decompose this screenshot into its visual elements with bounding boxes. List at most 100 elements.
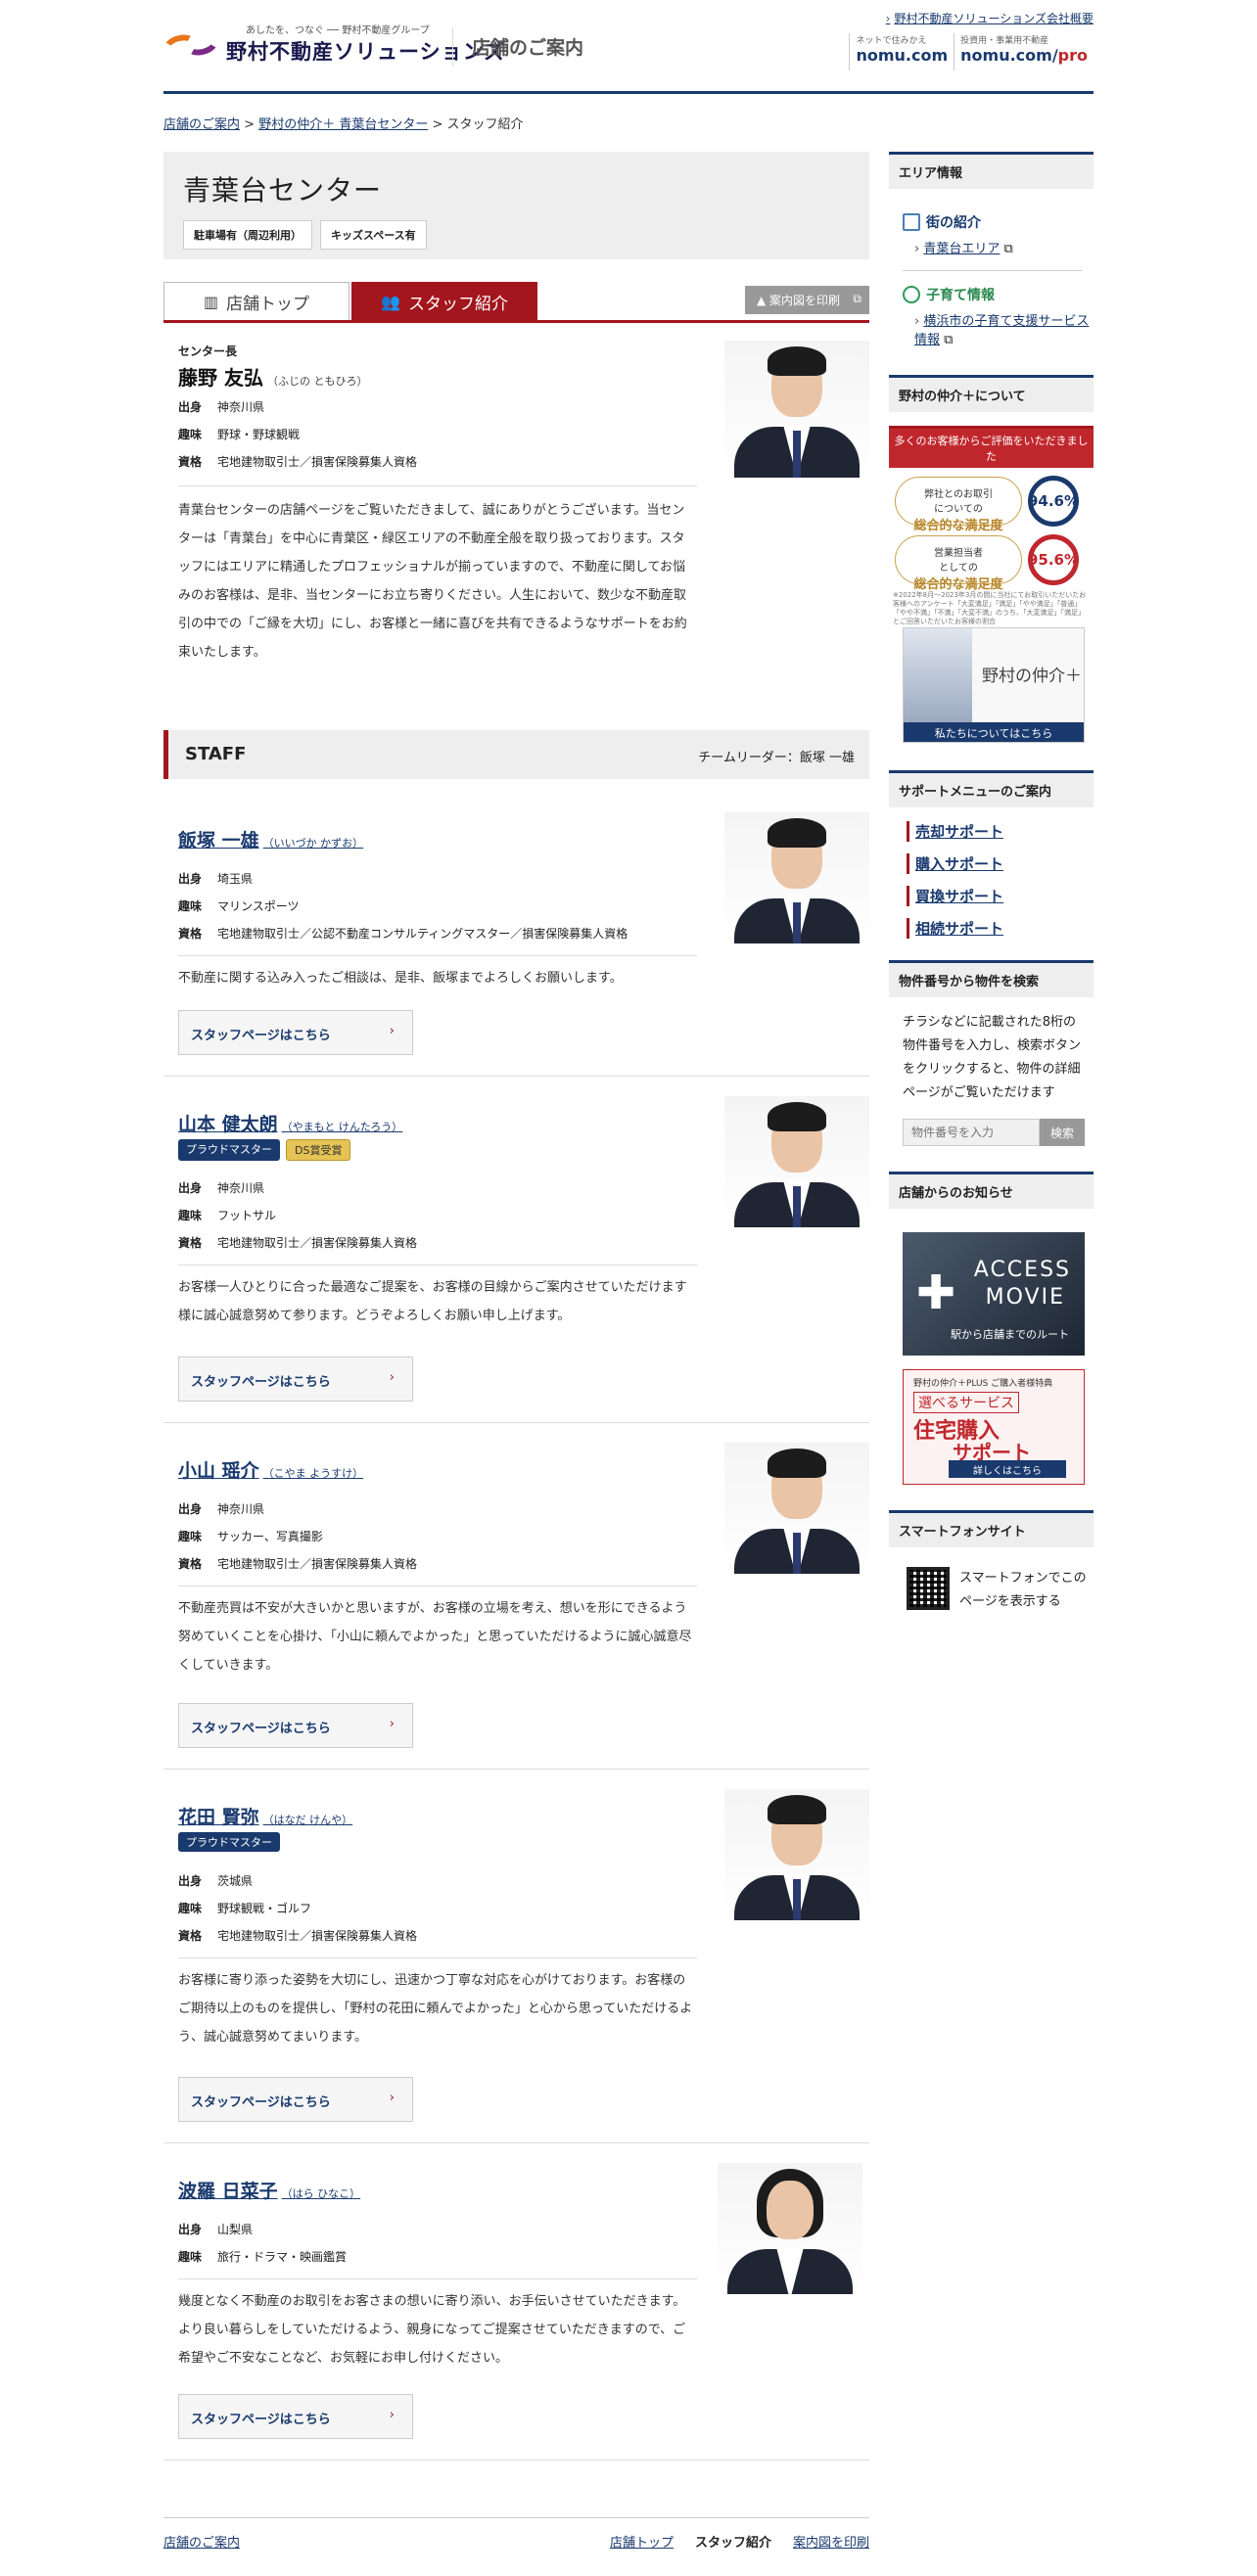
qr-code-icon	[907, 1567, 950, 1610]
staff-description: お客様一人ひとりに合った最適なご提案を、お客様の目線からご案内させていただけます…	[178, 1280, 687, 1323]
staff-image	[904, 628, 972, 724]
support-inherit-label: 相続サポート	[915, 920, 1004, 938]
brand-logo[interactable]: あしたを、つなぐ ── 野村不動産グループ 野村不動産ソリューションズ	[161, 22, 506, 66]
footer-home-link[interactable]: 店舗のご案内	[163, 2536, 240, 2551]
print-map-button[interactable]: ▲ 案内図を印刷 ⧉	[744, 286, 869, 314]
staff-badges: プラウドマスター	[178, 1832, 280, 1852]
info-row-origin: 出身 神奈川県	[178, 1174, 697, 1202]
manager-role: センター長	[178, 345, 238, 358]
staff-name-link[interactable]: 花田 賢弥 （はなだ けんや）	[178, 1803, 352, 1829]
support-exchange-link[interactable]: 買換サポート	[907, 886, 1094, 906]
person-icon: ▲	[756, 294, 769, 307]
staff-kana: （いいづか かずお）	[262, 837, 364, 850]
staff-photo	[724, 1443, 869, 1574]
smartphone-qr: スマートフォンでこのページを表示する	[907, 1567, 1094, 1614]
access-movie-banner[interactable]: ✚ ACCESS MOVIE 駅から店舗までのルート	[903, 1232, 1085, 1356]
staff-page-button[interactable]: スタッフページはこちら ›	[178, 1357, 413, 1402]
satisfaction-note: ※2022年8月〜2023年3月の間に当社にてお取引いただいたお客様へのアンケー…	[893, 591, 1087, 625]
staff-description: 不動産売買は不安が大きいかと思いますが、お客様の立場を考え、想いを形にできるよう…	[178, 1601, 692, 1673]
about-heading: 野村の仲介＋について	[889, 375, 1094, 412]
brand-tagline: あしたを、つなぐ ── 野村不動産グループ	[246, 25, 430, 36]
support-sell-link[interactable]: 売却サポート	[907, 821, 1094, 842]
divider	[178, 485, 697, 486]
info-value: 神奈川県	[217, 1181, 265, 1195]
smartphone-heading: スマートフォンサイト	[889, 1510, 1094, 1547]
staff-page-button[interactable]: スタッフページはこちら ›	[178, 2077, 413, 2122]
info-value: 山梨県	[217, 2223, 254, 2236]
info-label: 趣味	[178, 1209, 203, 1222]
satisfaction-row: 営業担当者 としての 総合的な満足度 95.6%	[895, 534, 1094, 592]
info-label: 趣味	[178, 899, 203, 913]
nomu-com-link[interactable]: ネットで住みかえ nomu.com	[849, 33, 954, 70]
section-title: 店舗のご案内	[472, 37, 584, 59]
about-banner-link: 私たちについてはこちら	[904, 722, 1084, 742]
sidebar: エリア情報 街の紹介 青葉台エリア ⧉ 子育て情報 横浜市の子育て支援サービス情…	[889, 152, 1094, 1614]
staff-name-link[interactable]: 波羅 日菜子 （はら ひなこ）	[178, 2177, 360, 2203]
child-support-label: 横浜市の子育て支援サービス情報	[914, 314, 1090, 347]
info-value: 旅行・ドラマ・映画鑑賞	[217, 2250, 348, 2264]
nomu-pro-link[interactable]: 投資用・事業用不動産 nomu.com/pro	[954, 33, 1094, 70]
tab-store-top[interactable]: ▥ 店舗トップ	[163, 282, 349, 320]
town-area-link[interactable]: 青葉台エリア ⧉	[914, 238, 1094, 256]
support-buy-link[interactable]: 購入サポート	[907, 853, 1094, 874]
info-value: 野球・野球観戦	[217, 428, 301, 441]
staff-page-button[interactable]: スタッフページはこちら ›	[178, 1703, 413, 1748]
staff-page-label: スタッフページはこちら	[191, 1375, 331, 1390]
satisfaction-panel: 多くのお客様からご評価をいただきました 弊社とのお取引 についての 総合的な満足度 …	[889, 426, 1094, 625]
satisfaction-label: 営業担当者 としての 総合的な満足度	[895, 535, 1022, 592]
footer-print-link[interactable]: 案内図を印刷	[793, 2532, 869, 2551]
property-search-desc: チラシなどに記載された8桁の物件番号を入力し、検索ボタンをクリックすると、物件の…	[903, 1015, 1082, 1100]
breadcrumb-sep: >	[432, 117, 443, 132]
child-support-link[interactable]: 横浜市の子育て支援サービス情報 ⧉	[914, 310, 1094, 347]
staff-page-button[interactable]: スタッフページはこちら ›	[178, 2394, 413, 2439]
info-row-hobby: 趣味 サッカー、写真撮影	[178, 1523, 697, 1550]
site-links: ネットで住みかえ nomu.com 投資用・事業用不動産 nomu.com/pr…	[849, 33, 1094, 70]
corporate-profile-link[interactable]: 野村不動産ソリューションズ会社概要	[886, 10, 1094, 26]
staff-card: 小山 瑶介 （こやま ようすけ） 出身 神奈川県 趣味 サッカー、写真撮影 資格 宅地建…	[163, 1423, 869, 1770]
tab-staff[interactable]: 👥 スタッフ紹介	[351, 282, 537, 320]
logo-mark-icon	[161, 27, 221, 61]
manager-photo	[724, 341, 869, 478]
support-inherit-link[interactable]: 相続サポート	[907, 918, 1094, 939]
store-tags: 駐車場有（周辺利用） キッズスペース有	[183, 220, 850, 250]
info-label: 出身	[178, 872, 203, 886]
divider	[178, 955, 697, 956]
info-value: サッカー、写真撮影	[217, 1530, 323, 1543]
info-value: 宅地建物取引士／損害保険募集人資格	[217, 455, 418, 469]
movie-title-2: MOVIE	[985, 1285, 1065, 1310]
breadcrumb-current: スタッフ紹介	[446, 117, 524, 132]
staff-name-link[interactable]: 飯塚 一雄 （いいづか かずお）	[178, 826, 363, 852]
child-info-heading: 子育て情報	[903, 285, 1094, 304]
staff-photo	[718, 2163, 862, 2294]
staff-name-link[interactable]: 山本 健太朗 （やまもと けんたろう）	[178, 1110, 402, 1136]
station-sign-icon: ✚	[916, 1265, 956, 1320]
info-label: 出身	[178, 1874, 203, 1888]
staff-badges: プラウドマスター DS賞受賞	[178, 1139, 351, 1161]
info-label: 趣味	[178, 2250, 203, 2264]
people-icon: 👥	[381, 292, 400, 311]
footer-store-top-link[interactable]: 店舗トップ	[610, 2532, 674, 2551]
housing-support-banner[interactable]: 野村の仲介＋PLUS ご購入者様特典 選べるサービス 住宅購入 サポート 詳しく…	[903, 1369, 1085, 1485]
info-row-qual: 資格 宅地建物取引士／公認不動産コンサルティングマスター／損害保険募集人資格	[178, 920, 697, 947]
about-us-banner[interactable]: 野村の仲介＋ 私たちについてはこちら	[903, 627, 1085, 743]
property-search-button[interactable]: 検索	[1040, 1119, 1085, 1146]
info-row-hobby: 趣味 野球・野球観戦	[178, 421, 697, 448]
staff-name-link[interactable]: 小山 瑶介 （こやま ようすけ）	[178, 1456, 363, 1483]
chevron-right-icon: ›	[389, 1717, 395, 1731]
manager-name-text: 藤野 友弘	[178, 366, 263, 390]
nomu-pro-caption: 投資用・事業用不動産	[960, 36, 1049, 46]
info-value: 埼玉県	[217, 872, 254, 886]
town-intro-label: 街の紹介	[926, 215, 981, 231]
housing-banner-pre: 野村の仲介＋PLUS ご購入者様特典	[913, 1379, 1053, 1389]
team-leader: チームリーダー：飯塚 一雄	[698, 751, 855, 765]
brand-name: 野村不動産ソリューションズ	[226, 40, 506, 64]
satisfaction-row: 弊社とのお取引 についての 総合的な満足度 94.6%	[895, 476, 1094, 533]
property-number-input[interactable]	[903, 1119, 1040, 1146]
staff-page-button[interactable]: スタッフページはこちら ›	[178, 1010, 413, 1055]
chevron-right-icon: ›	[389, 2408, 395, 2422]
building-icon: ▥	[203, 292, 219, 311]
info-value: 野球観戦・ゴルフ	[217, 1902, 312, 1915]
satisfaction-label: 弊社とのお取引 についての 総合的な満足度	[895, 477, 1022, 533]
breadcrumb-store[interactable]: 野村の仲介＋ 青葉台センター	[258, 117, 428, 132]
breadcrumb-home[interactable]: 店舗のご案内	[163, 117, 240, 132]
